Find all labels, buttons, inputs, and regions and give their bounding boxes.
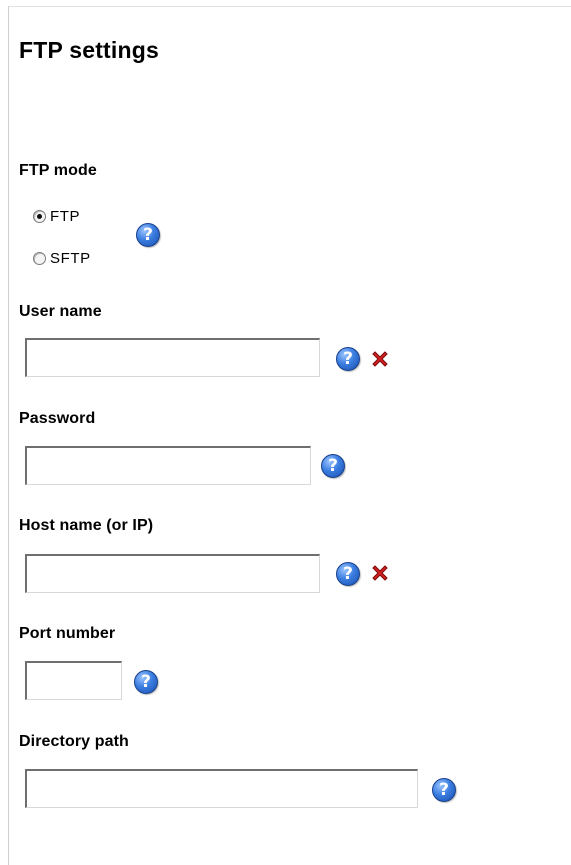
host-name-clear-icon[interactable] (370, 563, 390, 583)
radio-option-sftp[interactable]: SFTP (33, 248, 91, 268)
user-name-help-icon[interactable]: ? (336, 347, 360, 371)
radio-option-ftp[interactable]: FTP (33, 206, 80, 226)
user-name-clear-icon[interactable] (370, 349, 390, 369)
radio-ftp[interactable] (33, 209, 46, 223)
directory-path-label: Directory path (19, 733, 129, 750)
ftp-mode-help-icon[interactable]: ? (136, 223, 160, 247)
password-input[interactable] (25, 446, 311, 485)
port-number-input[interactable] (25, 661, 122, 700)
host-name-help-icon[interactable]: ? (336, 562, 360, 586)
frame-top-border (8, 6, 571, 7)
page-title: FTP settings (19, 37, 159, 63)
password-label: Password (19, 410, 96, 427)
directory-path-help-icon[interactable]: ? (432, 778, 456, 802)
port-number-help-icon[interactable]: ? (134, 670, 158, 694)
radio-sftp[interactable] (33, 251, 46, 265)
directory-path-input[interactable] (25, 769, 418, 808)
user-name-label: User name (19, 303, 102, 320)
ftp-mode-label: FTP mode (19, 162, 97, 179)
radio-ftp-label: FTP (50, 207, 81, 225)
host-name-input[interactable] (25, 554, 320, 593)
frame-left-border (8, 6, 9, 865)
host-name-label: Host name (or IP) (19, 517, 154, 534)
password-help-icon[interactable]: ? (321, 454, 345, 478)
radio-sftp-label: SFTP (50, 249, 91, 267)
port-number-label: Port number (19, 625, 116, 642)
user-name-input[interactable] (25, 338, 320, 377)
